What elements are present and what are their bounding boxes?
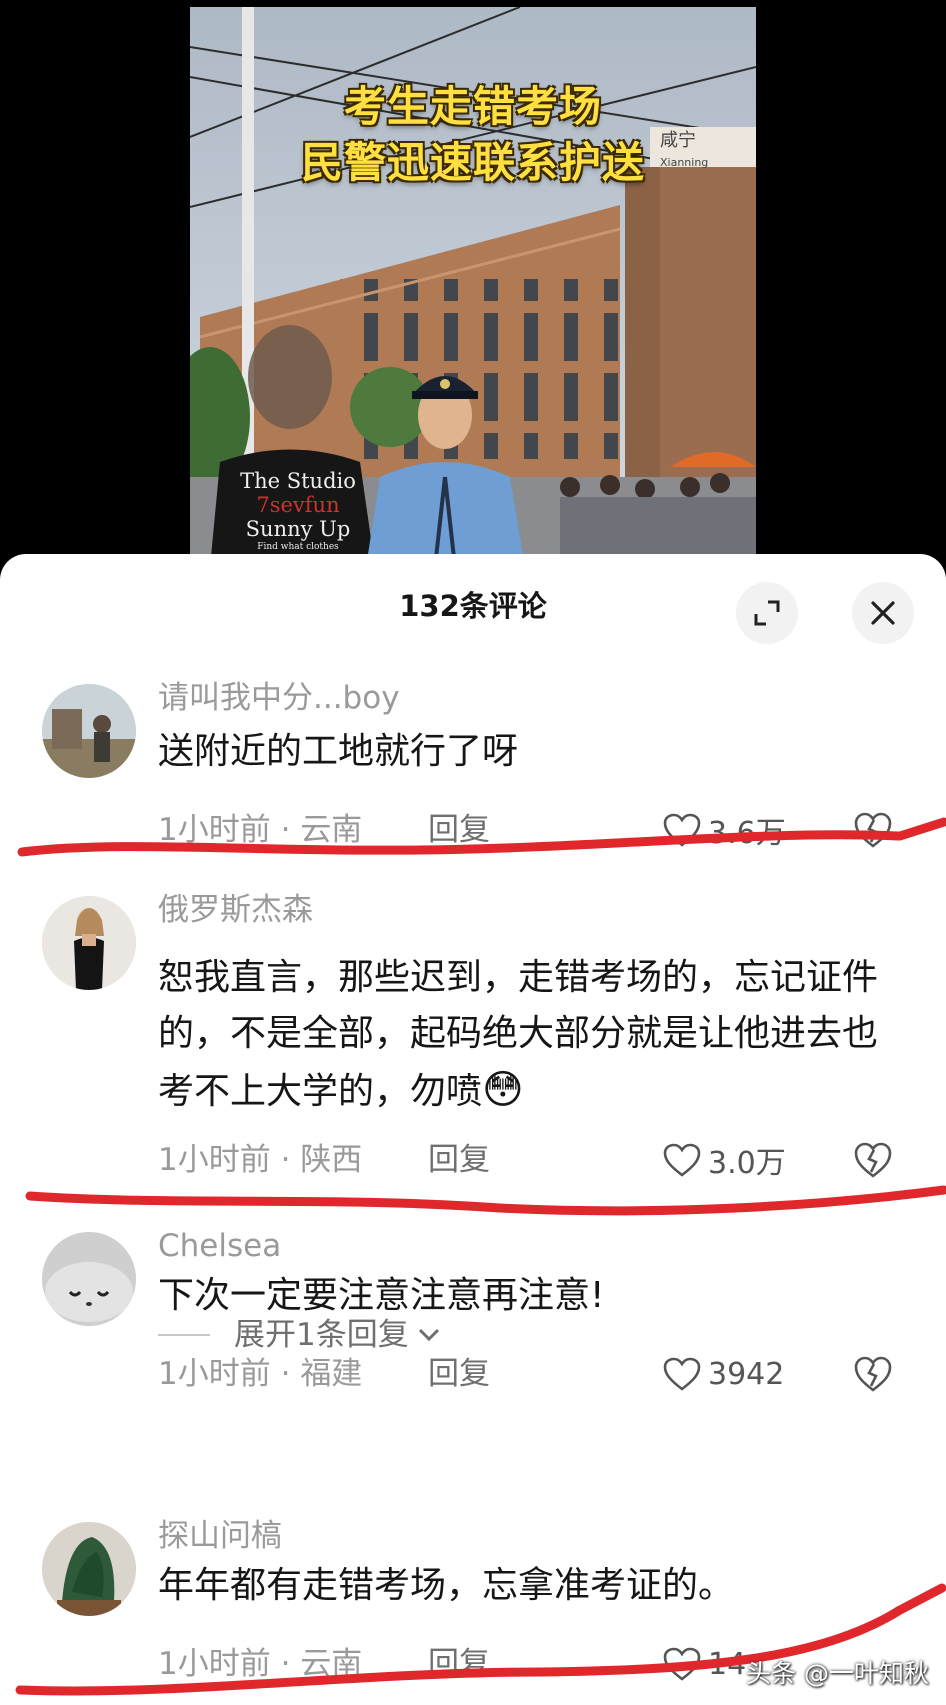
comment-location: 云南 <box>300 1646 363 1682</box>
like-button[interactable]: 3942 <box>662 1354 784 1394</box>
avatar-image <box>42 1232 136 1326</box>
like-button[interactable]: 14 <box>662 1644 746 1684</box>
avatar[interactable] <box>42 1232 136 1326</box>
comment-meta: 1小时前 · 福建 <box>158 1354 362 1394</box>
building-sign: 咸宁 Xianning <box>660 131 756 173</box>
avatar-image <box>42 896 136 990</box>
username[interactable]: 俄罗斯杰森 <box>158 890 313 930</box>
avatar[interactable] <box>42 896 136 990</box>
avatar-image <box>42 1522 136 1616</box>
username[interactable]: Chelsea <box>158 1226 281 1266</box>
meta-separator: · <box>280 1646 291 1682</box>
comment-meta: 1小时前 · 云南 <box>158 1644 362 1684</box>
comment-text: 年年都有走错考场，忘拿准考证的。 <box>158 1565 735 1606</box>
like-count: 14 <box>708 1646 747 1682</box>
comment-time: 1小时前 <box>158 812 271 848</box>
screenshot-root: 考生走错考场 民警迅速联系护送 咸宁 Xianning The Studio 7… <box>0 0 946 1705</box>
shirt-line-1: The Studio <box>240 469 356 493</box>
comment-meta: 1小时前 · 陕西 <box>158 1140 362 1180</box>
building-sign-text: 咸宁 <box>660 130 696 151</box>
chevron-down-icon <box>418 1328 439 1342</box>
close-icon <box>871 601 895 625</box>
avatar-image <box>42 684 136 778</box>
close-button[interactable] <box>852 582 914 644</box>
like-button[interactable]: 3.0万 <box>662 1140 786 1181</box>
meta-separator: · <box>280 812 291 848</box>
username[interactable]: 探山问槁 <box>158 1516 282 1556</box>
comment-time: 1小时前 <box>158 1646 271 1682</box>
expand-replies-label: 展开1条回复 <box>234 1317 409 1353</box>
meta-separator: · <box>280 1356 291 1392</box>
comment-time: 1小时前 <box>158 1142 271 1178</box>
shirt-line-2: 7sevfun <box>256 493 340 517</box>
comment-location: 陕西 <box>300 1142 363 1178</box>
reply-button[interactable]: 回复 <box>428 1140 490 1180</box>
building-sign-pinyin: Xianning <box>660 156 709 169</box>
comment-location: 福建 <box>300 1356 363 1392</box>
shirt-line-4: Find what clothes <box>257 542 339 552</box>
meta-separator: · <box>280 1142 291 1178</box>
username[interactable]: 请叫我中分...boy <box>158 678 400 718</box>
reply-button[interactable]: 回复 <box>428 1644 490 1684</box>
avatar[interactable] <box>42 684 136 778</box>
shirt-line-3: Sunny Up <box>245 517 351 541</box>
comment-meta: 1小时前 · 云南 <box>158 810 362 850</box>
like-count: 3.0万 <box>708 1146 786 1181</box>
like-button[interactable]: 3.6万 <box>662 810 786 851</box>
reply-button[interactable]: 回复 <box>428 1354 490 1394</box>
expand-divider <box>158 1334 210 1336</box>
expand-replies-button[interactable]: 展开1条回复 <box>158 1315 443 1355</box>
sheet-title: 132条评论 <box>399 589 547 623</box>
like-count: 3942 <box>708 1356 785 1392</box>
expand-icon <box>754 600 780 626</box>
comment-location: 云南 <box>300 812 363 848</box>
heart-icon <box>663 1357 701 1391</box>
comment-text: 恕我直言，那些迟到，走错考场的，忘记证件的，不是全部，起码绝大部分就是让他进去也… <box>158 950 888 1120</box>
comment-time: 1小时前 <box>158 1356 271 1392</box>
watermark: 头条 @一叶知秋 <box>746 1659 929 1688</box>
heart-icon <box>663 1143 701 1177</box>
emoji-icon: 😳 <box>482 1067 524 1113</box>
reply-button[interactable]: 回复 <box>428 810 490 850</box>
heart-icon <box>663 1647 701 1681</box>
dislike-icon[interactable] <box>852 1140 894 1180</box>
video-player[interactable]: 考生走错考场 民警迅速联系护送 咸宁 Xianning The Studio 7… <box>190 7 756 567</box>
comment-text: 送附近的工地就行了呀 <box>158 731 519 772</box>
caption-line-1: 考生走错考场 <box>343 82 602 131</box>
heart-icon <box>663 813 701 847</box>
avatar[interactable] <box>42 1522 136 1616</box>
like-count: 3.6万 <box>708 816 786 851</box>
dislike-icon[interactable] <box>852 810 894 850</box>
dislike-icon[interactable] <box>852 1354 894 1394</box>
shirt-print: The Studio 7sevfun Sunny Up Find what cl… <box>238 469 358 553</box>
expand-button[interactable] <box>736 582 798 644</box>
